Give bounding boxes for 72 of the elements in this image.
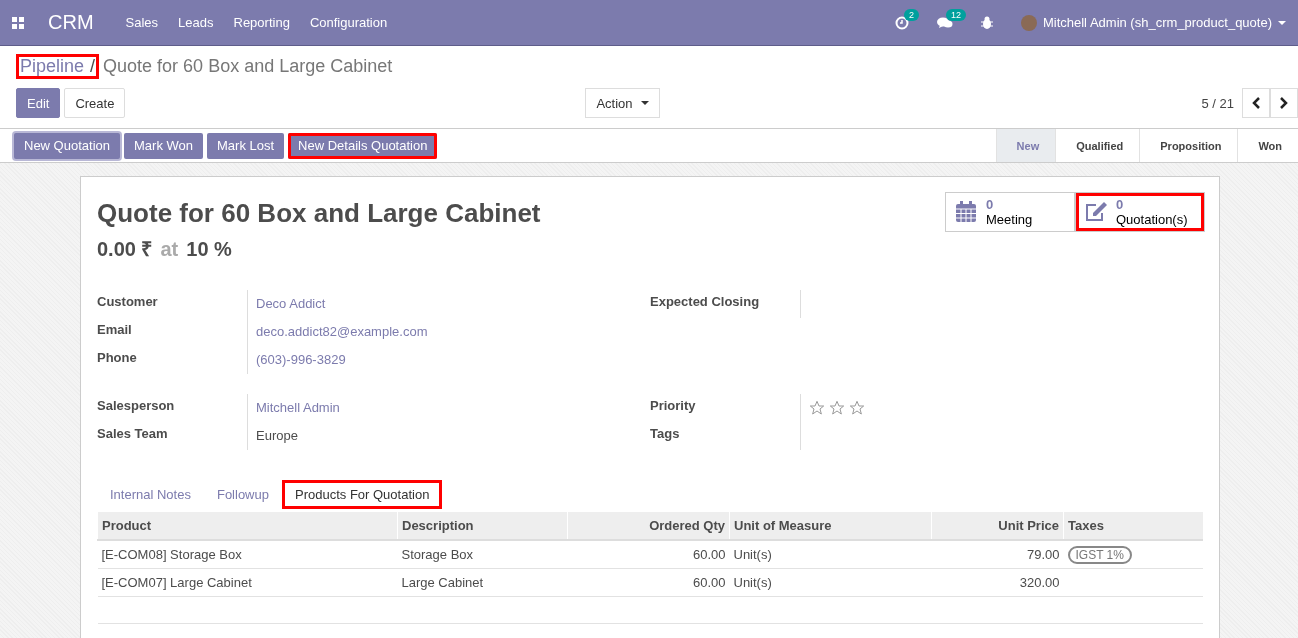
message-count-badge: 12 [945,8,966,21]
field-value[interactable]: deco.addict82@example.com [247,318,650,346]
table-cell: Unit(s) [729,568,932,597]
smart-button[interactable]: 0 Meeting [945,192,1075,232]
table-cell: Large Cabinet [397,568,568,597]
field-label: Phone [97,349,138,367]
priority-stars[interactable] [809,398,865,418]
edit-button[interactable]: Edit [16,88,61,118]
revenue-amount: 0.00 ₹ [97,237,153,262]
user-menu[interactable]: Mitchell Admin (sh_crm_product_quote) [1042,15,1272,30]
app-name[interactable]: CRM [48,11,94,34]
field-label: Email [97,321,133,339]
breadcrumb-link[interactable]: Pipeline [20,56,85,77]
field-value[interactable]: Deco Addict [247,290,650,318]
stage-step[interactable]: New [995,129,1056,162]
create-button[interactable]: Create [64,88,126,118]
table-cell: 320.00 [931,568,1064,597]
action-dropdown[interactable]: Action [585,88,660,118]
chevron-left-icon [1251,97,1261,109]
previous-button[interactable] [1242,88,1270,118]
calendar-icon [954,200,978,224]
chat-icon[interactable] [936,15,953,30]
field-value[interactable]: (603)-996-3829 [247,346,650,374]
field-label: Customer [97,293,159,311]
star-icon[interactable] [849,400,865,416]
column-header[interactable]: Taxes [1063,512,1203,540]
menu-item[interactable]: Sales [125,15,159,30]
table-cell: Storage Box [397,540,568,569]
chevron-right-icon [1279,97,1289,109]
smart-button[interactable]: 0 Quotation(s) [1075,192,1205,232]
record-title: Quote for 60 Box and Large Cabinet [97,198,541,229]
breadcrumb-current: Quote for 60 Box and Large Cabinet [103,56,393,77]
column-header[interactable]: Ordered Qty [567,512,730,540]
breadcrumb-separator: / [90,56,96,77]
tax-tag: IGST 1% [1067,546,1132,564]
header-button[interactable]: New Details Quotation [288,132,438,159]
table-cell: Unit(s) [729,540,932,569]
column-header[interactable]: Unit of Measure [729,512,932,540]
star-icon[interactable] [809,400,825,416]
notebook-tab[interactable]: Products For Quotation [281,480,443,509]
field-value: Europe [247,422,650,450]
bug-icon[interactable] [980,16,993,29]
header-button[interactable]: Mark Won [124,132,203,159]
column-header[interactable]: Description [397,512,568,540]
activity-count-badge: 2 [903,8,919,21]
table-cell: 60.00 [567,540,730,569]
probability-value: 10 % [186,238,232,261]
field-label: Sales Team [97,425,169,443]
menu-item[interactable]: Reporting [233,15,290,30]
edit-icon [1084,200,1108,224]
clock-icon[interactable] [894,15,909,30]
header-button[interactable]: New Quotation [14,132,120,159]
field-label: Priority [650,397,697,415]
field-label: Tags [650,425,681,443]
table-cell: [E-COM08] Storage Box [97,540,398,569]
at-label: at [160,238,179,261]
menu-item[interactable]: Leads [178,15,214,30]
column-header[interactable]: Unit Price [931,512,1064,540]
pager-counter: 5 / 21 [1201,95,1234,111]
table-cell: 60.00 [567,568,730,597]
field-label: Salesperson [97,397,176,415]
table-cell: [E-COM07] Large Cabinet [97,568,398,597]
column-header[interactable]: Product [97,512,398,540]
star-icon[interactable] [829,400,845,416]
table-cell: 79.00 [931,540,1064,569]
caret-icon[interactable] [1278,20,1286,25]
menu-item[interactable]: Configuration [309,15,388,30]
field-value[interactable]: Mitchell Admin [247,394,650,422]
header-button[interactable]: Mark Lost [207,132,285,159]
apps-grid-icon[interactable] [12,16,24,29]
field-label: Expected Closing [650,293,761,311]
next-button[interactable] [1270,88,1298,118]
